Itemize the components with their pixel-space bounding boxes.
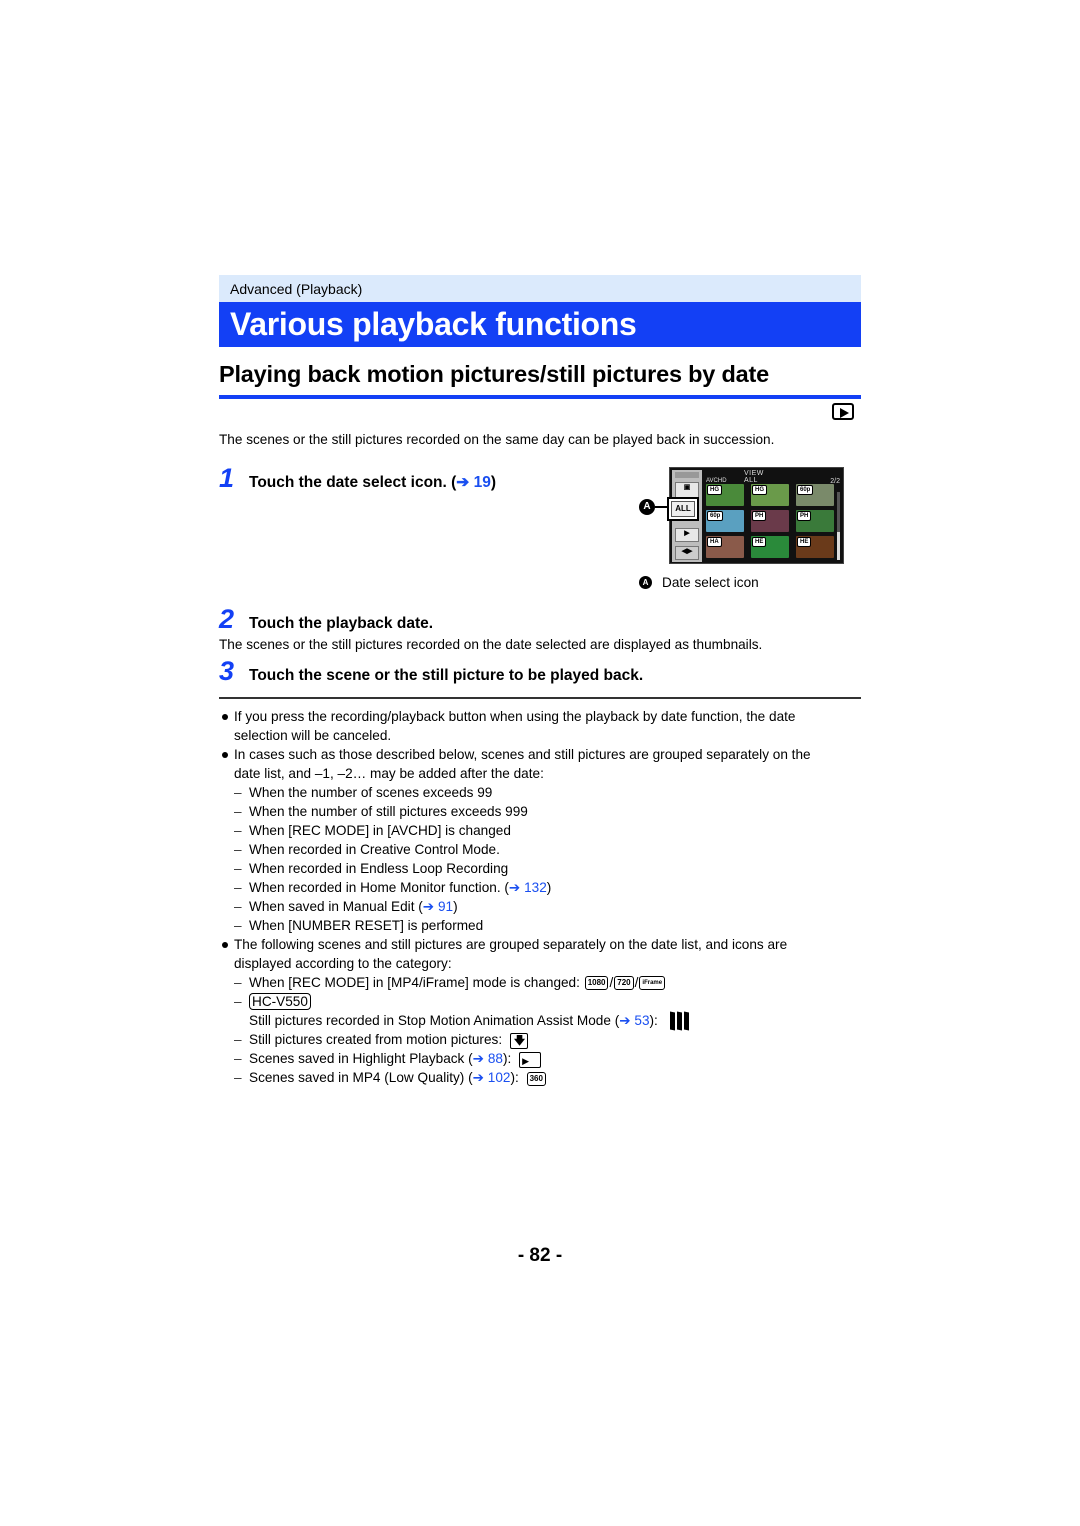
thumbnail-format-tag: 60p [797, 485, 814, 495]
thumbnail[interactable]: 60p [796, 484, 834, 506]
note-bullet: The following scenes and still pictures … [219, 935, 861, 954]
divider [219, 697, 861, 699]
step-number: 1 [219, 463, 235, 493]
view-label: VIEW ALL [744, 470, 764, 484]
page-number: - 82 - [517, 1245, 563, 1266]
step-2: 2 Touch the playback date. [219, 604, 861, 635]
category-item: – Scenes saved in MP4 (Low Quality) (➔ 1… [219, 1068, 861, 1087]
category-item-detail: Still pictures recorded in Stop Motion A… [219, 1011, 861, 1031]
figure-caption: A Date select icon [639, 575, 759, 590]
page-link[interactable]: ➔ 91 [423, 899, 453, 914]
thumbnail-grid: HG HG 60p 60p PH PH HA HE HE [706, 484, 834, 558]
section-label: Advanced (Playback) [219, 275, 861, 302]
mp4-360-icon: 360 [526, 1071, 546, 1086]
step-instruction: Touch the scene or the still picture to … [249, 667, 644, 684]
thumbnail-format-tag: PH [797, 511, 812, 521]
thumbnail[interactable]: HE [751, 536, 789, 558]
thumbnail-format-tag: HE [752, 537, 767, 547]
mp4-720-icon: 720 [614, 976, 634, 991]
thumbnail[interactable]: 60p [706, 510, 744, 532]
mp4-1080-icon: 1080 [584, 976, 609, 991]
camera-screen-illustration: A ▣ ▶ ◀▶ AVCHD VIEW ALL 2/2 HG HG 60p 60p PH… [639, 467, 844, 565]
page-arrows-icon: ◀▶ [675, 546, 699, 560]
note-bullet: In cases such as those described below, … [219, 745, 861, 764]
thumbnail[interactable]: PH [796, 510, 834, 532]
section-heading: Playing back motion pictures/still pictu… [219, 360, 861, 399]
case-item: – When recorded in Home Monitor function.… [234, 880, 552, 895]
note-continuation: selection will be canceled. [234, 728, 392, 743]
note-continuation: displayed according to the category: [234, 956, 452, 971]
intro-text: The scenes or the still pictures recorde… [219, 432, 775, 447]
iframe-icon: iFrame [639, 976, 666, 991]
page-title: Various playback functions [219, 302, 861, 347]
case-item: – When [REC MODE] in [AVCHD] is changed [234, 823, 511, 838]
thumbnail[interactable]: HE [796, 536, 834, 558]
case-item: – When [NUMBER RESET] is performed [234, 918, 484, 933]
step-3: 3 Touch the scene or the still picture t… [219, 656, 861, 687]
menu-dots-icon [675, 472, 699, 478]
step-number: 2 [219, 604, 235, 634]
thumbnail-format-tag: HG [707, 485, 722, 495]
playback-mode-icon [832, 403, 854, 420]
highlight-icon: ▶ [675, 528, 699, 542]
case-item: – When the number of still pictures excee… [234, 804, 528, 819]
thumbnail[interactable]: HA [706, 536, 744, 558]
thumbnail[interactable]: HG [751, 484, 789, 506]
page-link[interactable]: ➔ 53 [619, 1013, 649, 1028]
case-item: – When saved in Manual Edit (➔ 91) [234, 899, 458, 914]
step-number: 3 [219, 656, 235, 686]
case-item: – When the number of scenes exceeds 99 [234, 785, 493, 800]
model-badge: HC-V550 [249, 993, 311, 1010]
page-link[interactable]: ➔ 88 [473, 1051, 503, 1066]
thumbnail[interactable]: HG [706, 484, 744, 506]
note-bullet: If you press the recording/playback butt… [219, 707, 861, 726]
highlight-playback-icon: ▶ [519, 1051, 542, 1068]
callout-label: A [639, 499, 655, 515]
step-1: 1 Touch the date select icon. (➔ 19) A ▣… [219, 463, 861, 590]
case-item: – When recorded in Endless Loop Recording [234, 861, 509, 876]
step-2-description: The scenes or the still pictures recorde… [219, 637, 763, 652]
date-select-icon[interactable]: ALL [667, 497, 699, 521]
note-continuation: date list, and –1, –2… may be added afte… [234, 766, 544, 781]
step-instruction: Touch the date select icon. (➔ 19) [249, 474, 496, 491]
notes: If you press the recording/playback butt… [219, 707, 861, 1087]
case-list: – When the number of scenes exceeds 99 – Wh… [219, 783, 861, 935]
category-item: – Still pictures created from motion pic… [219, 1030, 861, 1049]
caption-label: A [639, 576, 652, 589]
page-link[interactable]: ➔ 132 [509, 880, 547, 895]
category-item: – HC-V550 [219, 992, 861, 1011]
thumbnail-format-tag: PH [752, 511, 767, 521]
thumbnail-format-tag: 60p [707, 511, 724, 521]
manual-page: Advanced (Playback) Various playback fun… [219, 275, 861, 1087]
step-instruction: Touch the playback date. [249, 615, 434, 632]
screen-scrollbar [837, 492, 840, 560]
thumbnail[interactable]: PH [751, 510, 789, 532]
still-from-motion-icon: 🡇 [509, 1032, 528, 1049]
category-item: – Scenes saved in Highlight Playback (➔ … [219, 1049, 861, 1068]
thumbnail-format-tag: HG [752, 485, 767, 495]
mode-icon-row [219, 399, 861, 429]
category-item: – When [REC MODE] in [MP4/iFrame] mode i… [219, 973, 861, 992]
thumbnail-format-tag: HE [797, 537, 812, 547]
case-item: – When recorded in Creative Control Mode. [234, 842, 500, 857]
page-link[interactable]: ➔ 19 [456, 474, 491, 491]
camera-mode-icon: ▣ [675, 482, 699, 498]
page-link[interactable]: ➔ 102 [473, 1070, 511, 1085]
thumbnail-format-tag: HA [707, 537, 722, 547]
stop-motion-icon [669, 1011, 690, 1031]
